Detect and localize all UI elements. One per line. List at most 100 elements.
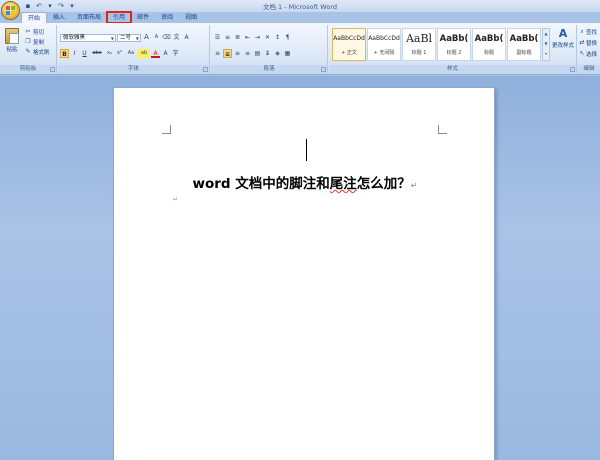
clear-format-icon[interactable]: ⌫	[162, 33, 171, 42]
font-row-2: B I U abe x₂ x² Aa ab A A 字	[60, 49, 180, 58]
grow-font-icon[interactable]: A	[142, 33, 151, 42]
office-button[interactable]	[1, 1, 20, 20]
font-launcher-icon[interactable]	[203, 67, 208, 72]
find-icon: ⌕	[580, 27, 584, 35]
clipboard-launcher-icon[interactable]	[50, 67, 55, 72]
multilevel-list-icon[interactable]: ≣	[233, 33, 242, 42]
tab-mailings[interactable]: 邮件	[131, 12, 155, 23]
align-left-icon[interactable]: ≡	[213, 49, 222, 58]
superscript-button[interactable]: x²	[115, 49, 124, 58]
document-heading[interactable]: word 文档中的脚注和尾注怎么加？↵	[114, 172, 496, 192]
distributed-icon[interactable]: ▤	[253, 49, 262, 58]
show-marks-icon[interactable]: ¶	[283, 33, 292, 42]
style-name: + 无间隔	[373, 50, 395, 56]
save-icon[interactable]: ▪	[24, 2, 32, 10]
font-row-1: 微软雅黑 ▼ 二号 ▼ A A ⌫ 文 A	[60, 33, 191, 42]
tab-references[interactable]: 引用	[106, 11, 133, 24]
paragraph-row-2: ≡ ≡ ≡ ≡ ▤ ↨ ◈ ▦	[213, 49, 292, 58]
paragraph-mark: ↵	[173, 196, 179, 203]
paragraph-launcher-icon[interactable]	[321, 67, 326, 72]
subscript-button[interactable]: x₂	[105, 49, 114, 58]
style-normal[interactable]: AaBbCcDd + 正文	[332, 28, 366, 61]
title-bar: 文档 1 - Microsoft Word ▪ ↶ ▾ ↷ ▾	[0, 0, 600, 12]
style-title[interactable]: AaBb( 标题	[472, 28, 506, 61]
tab-insert[interactable]: 插入	[47, 12, 71, 23]
font-name-select[interactable]: 微软雅黑 ▼	[60, 33, 116, 42]
numbering-icon[interactable]: ≡	[223, 33, 232, 42]
style-subtitle[interactable]: AaBb( 副标题	[507, 28, 541, 61]
change-styles-button[interactable]: A 更改样式	[551, 27, 575, 49]
tab-page-layout[interactable]: 页面布局	[71, 12, 107, 23]
style-sample: AaBbCcDd	[368, 35, 400, 42]
chinese-layout-icon[interactable]: ✕	[263, 33, 272, 42]
replace-button[interactable]: ⇄ 替换	[579, 38, 597, 47]
paragraph-group-label: 段落	[211, 65, 327, 73]
replace-icon: ⇄	[579, 38, 585, 46]
ribbon-tabs: 开始 插入 页面布局 引用 邮件 审阅 视图	[21, 11, 203, 24]
style-heading-2[interactable]: AaBb( 标题 2	[437, 28, 471, 61]
style-sample: AaBb(	[439, 34, 469, 44]
italic-button[interactable]: I	[70, 49, 79, 58]
char-shading-icon[interactable]: A	[161, 49, 170, 58]
paragraph-mark: ↵	[410, 181, 418, 190]
styles-launcher-icon[interactable]	[570, 67, 575, 72]
enclose-char-icon[interactable]: 字	[171, 49, 180, 58]
underline-button[interactable]: U	[80, 49, 89, 58]
document-page[interactable]: word 文档中的脚注和尾注怎么加？↵ ↵	[113, 87, 495, 460]
style-sample: AaBl	[405, 32, 433, 45]
cut-button[interactable]: ✂ 剪切	[24, 27, 44, 36]
char-border-icon[interactable]: A	[182, 33, 191, 42]
font-size-select[interactable]: 二号 ▼	[117, 33, 141, 42]
tab-home[interactable]: 开始	[21, 12, 48, 23]
margin-corner-mark	[162, 125, 171, 134]
tab-view[interactable]: 视图	[179, 12, 203, 23]
select-label: 选择	[586, 51, 598, 58]
increase-indent-icon[interactable]: ⇥	[253, 33, 262, 42]
format-painter-button[interactable]: ✎ 格式刷	[24, 47, 50, 56]
sort-icon[interactable]: ↕	[273, 33, 282, 42]
font-size-value: 二号	[120, 34, 132, 41]
styles-gallery-scroll[interactable]: ▲ ▼ ▾	[542, 28, 550, 61]
decrease-indent-icon[interactable]: ⇤	[243, 33, 252, 42]
paragraph-group: ☰ ≡ ≣ ⇤ ⇥ ✕ ↕ ¶ ≡ ≡ ≡ ≡ ▤ ↨ ◈ ▦ 段落	[211, 25, 328, 73]
align-center-icon[interactable]: ≡	[223, 49, 232, 58]
highlight-color-button[interactable]: ab	[138, 49, 150, 58]
strikethrough-button[interactable]: abe	[90, 49, 104, 58]
paste-icon	[5, 28, 19, 44]
bold-button[interactable]: B	[60, 49, 69, 58]
style-name: 标题	[483, 50, 494, 56]
style-sample: AaBb(	[509, 34, 539, 44]
borders-icon[interactable]: ▦	[283, 49, 292, 58]
undo-icon[interactable]: ↶	[35, 2, 43, 10]
shrink-font-icon[interactable]: A	[152, 33, 161, 42]
undo-dropdown-icon[interactable]: ▾	[46, 2, 54, 10]
format-painter-label: 格式刷	[33, 49, 50, 56]
customize-icon[interactable]: ▾	[68, 2, 76, 10]
copy-button[interactable]: ❐ 复制	[24, 37, 44, 46]
style-name: 标题 2	[446, 50, 462, 56]
justify-icon[interactable]: ≡	[243, 49, 252, 58]
select-button[interactable]: ↖ 选择	[579, 49, 597, 58]
line-spacing-icon[interactable]: ↨	[263, 49, 272, 58]
align-right-icon[interactable]: ≡	[233, 49, 242, 58]
phonetic-icon[interactable]: 文	[172, 33, 181, 42]
quick-access-toolbar: ▪ ↶ ▾ ↷ ▾	[24, 1, 76, 11]
change-case-button[interactable]: Aa	[125, 49, 137, 58]
redo-icon[interactable]: ↷	[57, 2, 65, 10]
style-no-spacing[interactable]: AaBbCcDd + 无间隔	[367, 28, 401, 61]
chevron-down-icon: ▼	[110, 35, 114, 41]
styles-group-label: 样式	[329, 65, 576, 73]
clipboard-group: 粘贴 ✂ 剪切 ❐ 复制 ✎ 格式刷 剪贴板	[0, 25, 57, 73]
tab-review[interactable]: 审阅	[155, 12, 179, 23]
replace-label: 替换	[586, 40, 598, 47]
shading-icon[interactable]: ◈	[273, 49, 282, 58]
scissors-icon: ✂	[25, 27, 31, 35]
bullets-icon[interactable]: ☰	[213, 33, 222, 42]
find-button[interactable]: ⌕ 查找	[579, 27, 597, 36]
copy-icon: ❐	[25, 37, 31, 45]
paste-button[interactable]: 粘贴	[2, 26, 22, 53]
paragraph-row-1: ☰ ≡ ≣ ⇤ ⇥ ✕ ↕ ¶	[213, 33, 292, 42]
font-color-button[interactable]: A	[151, 49, 160, 58]
change-styles-icon: A	[558, 27, 568, 40]
style-heading-1[interactable]: AaBl 标题 1	[402, 28, 436, 61]
